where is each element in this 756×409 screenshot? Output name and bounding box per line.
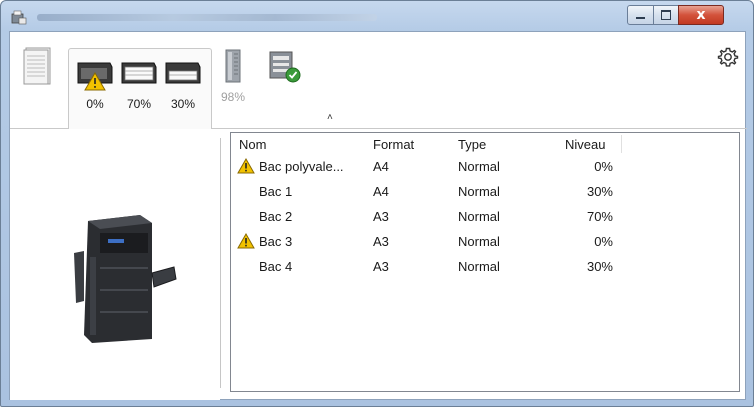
maximize-button[interactable]: [653, 5, 679, 25]
device-preview-pane: [10, 129, 220, 400]
row-niveau: 30%: [586, 184, 613, 199]
tray-2-tool[interactable]: 70%: [119, 57, 159, 111]
printer-device-image: [74, 215, 177, 343]
row-type: Normal: [458, 159, 500, 174]
row-type: Normal: [458, 184, 500, 199]
row-nom: Bac 4: [259, 259, 293, 274]
row-niveau: 30%: [586, 259, 613, 274]
row-niveau: 0%: [594, 159, 613, 174]
tray-3-level: 30%: [170, 97, 196, 111]
warning-icon: [237, 158, 255, 174]
warning-icon: [237, 233, 255, 249]
toner-tool[interactable]: 98%: [218, 46, 248, 104]
list-row[interactable]: Bac 1 A4 Normal 30%: [231, 180, 739, 205]
tray-2-level: 70%: [126, 97, 152, 111]
minimize-button[interactable]: [627, 5, 654, 25]
row-nom: Bac 1: [259, 184, 293, 199]
list-header: Nom Format Type Niveau: [231, 133, 739, 155]
list-row[interactable]: Bac polyvale... A4 Normal 0%: [231, 155, 739, 180]
row-niveau: 70%: [586, 209, 613, 224]
pane-splitter[interactable]: [220, 138, 221, 388]
row-type: Normal: [458, 209, 500, 224]
row-format: A3: [373, 209, 389, 224]
tray-1-level: 0%: [86, 97, 104, 111]
printer-status-icon: [11, 10, 27, 25]
list-row[interactable]: Bac 3 A3 Normal 0%: [231, 230, 739, 255]
row-nom: Bac 3: [259, 234, 293, 249]
paper-trays-group: 0% 70% 30%: [68, 48, 212, 128]
minimize-icon: [636, 17, 645, 19]
printer-ready-icon: [269, 51, 301, 83]
client-area: 0% 70% 30% 98% ˄ Nom Format Type Niveau …: [9, 31, 747, 400]
tray-list: Nom Format Type Niveau Bac polyvale... A…: [230, 132, 740, 392]
row-format: A4: [373, 159, 389, 174]
list-row[interactable]: Bac 4 A3 Normal 30%: [231, 255, 739, 280]
column-header-format[interactable]: Format: [373, 137, 414, 152]
maximize-icon: [661, 10, 671, 20]
app-window: x 0% 70% 30% 98% ˄ Nom Format Type Nivea…: [0, 0, 754, 407]
window-title: [37, 14, 377, 21]
tray-3-icon: [165, 62, 201, 84]
printer-ready-tool[interactable]: [266, 46, 304, 86]
tray-1-icon: [77, 62, 113, 91]
paper-stack-icon: [23, 47, 51, 85]
toner-icon: [225, 49, 241, 83]
tray-3-tool[interactable]: 30%: [163, 57, 203, 111]
row-type: Normal: [458, 259, 500, 274]
tray-1-tool[interactable]: 0%: [75, 57, 115, 111]
list-row[interactable]: Bac 2 A3 Normal 70%: [231, 205, 739, 230]
title-bar[interactable]: x: [1, 1, 753, 31]
close-button[interactable]: x: [678, 5, 724, 25]
row-nom: Bac 2: [259, 209, 293, 224]
status-toolbar: 0% 70% 30% 98% ˄: [10, 32, 745, 128]
gear-icon[interactable]: [717, 46, 739, 68]
close-icon: x: [696, 7, 706, 23]
paper-stack-tool[interactable]: [20, 46, 56, 86]
row-type: Normal: [458, 234, 500, 249]
column-divider[interactable]: [621, 135, 622, 153]
column-header-niveau[interactable]: Niveau: [565, 137, 605, 152]
row-nom: Bac polyvale...: [259, 159, 344, 174]
row-niveau: 0%: [594, 234, 613, 249]
collapse-toolbar-button[interactable]: ˄: [327, 112, 333, 123]
row-format: A3: [373, 259, 389, 274]
column-header-nom[interactable]: Nom: [239, 137, 266, 152]
toner-level: 98%: [220, 90, 246, 104]
row-format: A4: [373, 184, 389, 199]
row-format: A3: [373, 234, 389, 249]
tray-2-icon: [121, 62, 157, 84]
column-header-type[interactable]: Type: [458, 137, 486, 152]
